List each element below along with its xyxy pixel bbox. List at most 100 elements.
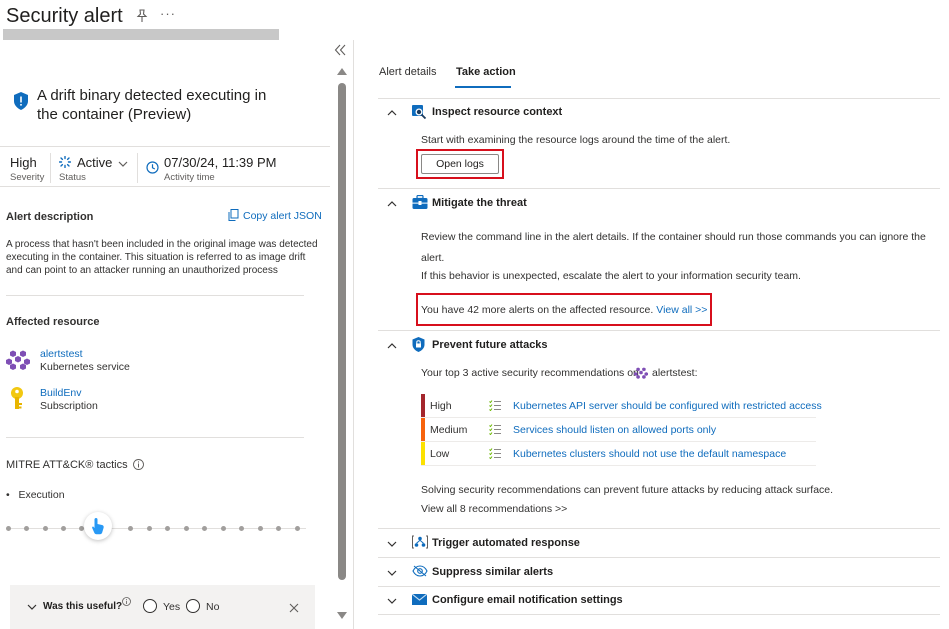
mitre-tactic-label: Execution [18, 489, 65, 501]
execution-tactic-marker[interactable] [84, 512, 112, 540]
timeline-dot[interactable] [147, 526, 152, 531]
chevron-down-icon[interactable] [387, 596, 397, 606]
timeline-dot[interactable] [43, 526, 48, 531]
timeline-dot[interactable] [276, 526, 281, 531]
status-value: Active [77, 155, 113, 170]
toolbox-icon [412, 195, 428, 209]
resource-type: Kubernetes service [40, 361, 130, 373]
copy-icon[interactable] [228, 209, 239, 221]
info-icon[interactable] [122, 597, 131, 606]
section-text: Review the command line in the alert det… [421, 231, 926, 264]
recommendations-footer: Solving security recommendations can pre… [421, 484, 834, 496]
tab-alert-details[interactable]: Alert details [379, 66, 436, 78]
panel-divider [353, 40, 354, 629]
timeline-dot[interactable] [24, 526, 29, 531]
timeline-dot[interactable] [165, 526, 170, 531]
shield-icon [14, 92, 28, 110]
open-logs-button[interactable]: Open logs [421, 154, 499, 174]
section-title[interactable]: Configure email notification settings [432, 594, 623, 606]
timeline-dot[interactable] [6, 526, 11, 531]
suppress-section[interactable]: Suppress similar alerts [380, 564, 940, 586]
view-all-recommendations-link[interactable]: View all 8 recommendations >> [421, 503, 567, 515]
divider [378, 188, 940, 189]
recommendation-title[interactable]: Kubernetes clusters should not use the d… [513, 448, 786, 460]
no-radio[interactable] [186, 599, 200, 613]
divider [378, 614, 940, 615]
severity-label: Severity [10, 172, 45, 183]
divider [6, 295, 304, 296]
recommendation-row[interactable]: High Kubernetes API server should be con… [421, 394, 822, 418]
chevron-down-icon[interactable] [387, 568, 397, 578]
status-stat[interactable]: Active Status [59, 155, 128, 183]
timeline-dot[interactable] [221, 526, 226, 531]
scroll-down-arrow[interactable] [337, 612, 347, 619]
activity-time-label: Activity time [164, 172, 215, 183]
timeline-dot[interactable] [184, 526, 189, 531]
kubernetes-icon [634, 367, 648, 379]
resource-name[interactable]: alertstest [40, 348, 83, 360]
status-label: Status [59, 172, 86, 183]
close-icon[interactable] [289, 603, 299, 613]
timeline-dot[interactable] [202, 526, 207, 531]
recommendation-title[interactable]: Services should listen on allowed ports … [513, 424, 716, 436]
active-tab-indicator [455, 86, 511, 88]
chevron-down-icon[interactable] [387, 539, 397, 549]
email-section[interactable]: Configure email notification settings [380, 592, 940, 614]
resource-link[interactable]: alertstest: [652, 367, 698, 379]
divider [378, 98, 940, 99]
scrollbar-thumb[interactable] [338, 83, 346, 580]
tab-take-action[interactable]: Take action [456, 66, 516, 78]
resource-name[interactable]: BuildEnv [40, 387, 81, 399]
copy-alert-json-link[interactable]: Copy alert JSON [243, 210, 322, 222]
recommendation-title[interactable]: Kubernetes API server should be configur… [513, 400, 822, 412]
scroll-up-arrow[interactable] [337, 68, 347, 75]
page-title: Security alert [6, 5, 123, 27]
info-icon[interactable] [133, 459, 144, 470]
recommendation-severity: Low [430, 448, 450, 460]
divider [50, 153, 51, 183]
mitre-tactic-item: • Execution [6, 489, 65, 501]
chevron-up-icon[interactable] [387, 341, 397, 351]
recommendation-row[interactable]: Medium Services should listen on allowed… [421, 418, 816, 442]
section-title[interactable]: Suppress similar alerts [432, 566, 553, 578]
timeline-dot[interactable] [61, 526, 66, 531]
timeline-dot[interactable] [295, 526, 300, 531]
chevron-down-icon[interactable] [27, 604, 37, 610]
divider [0, 186, 330, 187]
clock-icon [146, 161, 159, 174]
collapse-panel-icon[interactable] [334, 44, 346, 56]
trigger-section[interactable]: Trigger automated response [380, 535, 940, 557]
mitre-timeline [6, 523, 306, 535]
chevron-up-icon[interactable] [387, 108, 397, 118]
no-label: No [206, 601, 220, 613]
section-title[interactable]: Mitigate the threat [432, 197, 527, 209]
chevron-up-icon[interactable] [387, 199, 397, 209]
section-title[interactable]: Prevent future attacks [432, 339, 548, 351]
bullet: • [6, 489, 19, 501]
checklist-icon [489, 424, 501, 435]
section-title[interactable]: Inspect resource context [432, 106, 562, 118]
timeline-dot[interactable] [239, 526, 244, 531]
section-title[interactable]: Trigger automated response [432, 537, 580, 549]
severity-bar [421, 418, 425, 441]
recommendation-severity: High [430, 400, 452, 412]
severity-bar [421, 394, 425, 417]
timeline-dot[interactable] [258, 526, 263, 531]
shield-lock-icon [412, 337, 425, 352]
more-options-icon[interactable]: ··· [160, 6, 176, 21]
recommendation-row[interactable]: Low Kubernetes clusters should not use t… [421, 442, 816, 466]
view-all-alerts-link[interactable]: View all >> [656, 304, 707, 316]
spinner-icon [59, 156, 71, 168]
activity-time-stat: 07/30/24, 11:39 PM Activity time [146, 155, 277, 183]
pin-icon[interactable] [135, 9, 149, 23]
mitre-heading: MITRE ATT&CK® tactics [6, 459, 128, 471]
kubernetes-icon [6, 350, 30, 370]
key-icon [11, 387, 23, 409]
divider [0, 146, 330, 147]
timeline-dot[interactable] [128, 526, 133, 531]
divider [6, 437, 304, 438]
yes-radio[interactable] [143, 599, 157, 613]
chevron-down-icon[interactable] [118, 161, 128, 167]
section-text: If this behavior is unexpected, escalate… [421, 270, 801, 282]
more-alerts-label: You have 42 more alerts on the affected … [421, 304, 654, 316]
